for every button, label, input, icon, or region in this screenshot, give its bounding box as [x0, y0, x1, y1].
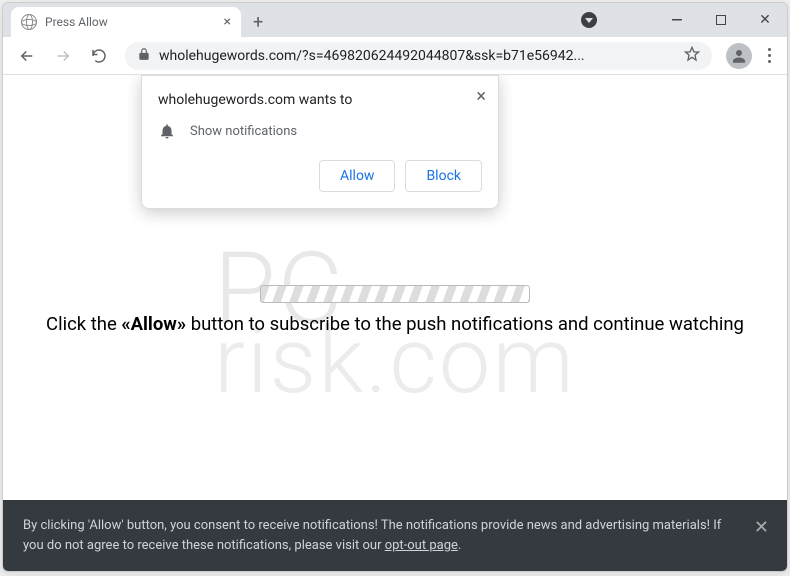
opt-out-link[interactable]: opt-out page [385, 538, 458, 553]
tab-title: Press Allow [45, 15, 108, 29]
permission-text: Show notifications [190, 124, 297, 139]
reload-button[interactable] [83, 40, 115, 72]
profile-avatar[interactable] [726, 43, 752, 69]
maximize-button[interactable] [699, 3, 743, 37]
close-banner-icon[interactable]: ✕ [754, 514, 769, 541]
close-window-button[interactable]: ✕ [743, 3, 787, 37]
close-tab-icon[interactable]: × [224, 14, 231, 30]
browser-window: Press Allow × + – ✕ wholehugewords.com/?… [2, 2, 788, 572]
new-tab-button[interactable]: + [253, 12, 263, 37]
menu-button[interactable] [760, 48, 779, 63]
close-icon[interactable]: × [476, 86, 486, 107]
window-controls: – ✕ [655, 3, 787, 37]
identity-icon[interactable] [581, 12, 597, 28]
allow-button[interactable]: Allow [319, 160, 395, 192]
forward-button[interactable] [47, 40, 79, 72]
progress-bar [260, 285, 530, 303]
bookmark-icon[interactable] [684, 46, 700, 66]
address-bar[interactable]: wholehugewords.com/?s=469820624492044807… [125, 42, 712, 70]
consent-text: By clicking 'Allow' button, you consent … [23, 518, 721, 553]
instruction-text: Click the «Allow» button to subscribe to… [3, 313, 787, 335]
globe-icon [21, 14, 37, 30]
toolbar: wholehugewords.com/?s=469820624492044807… [3, 37, 787, 75]
browser-tab[interactable]: Press Allow × [11, 7, 241, 37]
permission-actions: Allow Block [158, 160, 482, 192]
lock-icon [137, 47, 151, 65]
url-text: wholehugewords.com/?s=469820624492044807… [159, 48, 676, 64]
permission-popup: × wholehugewords.com wants to Show notif… [141, 75, 499, 209]
minimize-button[interactable]: – [655, 3, 699, 37]
back-button[interactable] [11, 40, 43, 72]
permission-body: Show notifications [158, 122, 482, 140]
permission-header: wholehugewords.com wants to [158, 92, 482, 108]
block-button[interactable]: Block [405, 160, 482, 192]
page-content: PC risk.com Click the «Allow» button to … [3, 75, 787, 571]
consent-banner: ✕ By clicking 'Allow' button, you consen… [3, 500, 787, 571]
bell-icon [158, 122, 176, 140]
titlebar: Press Allow × + – ✕ [3, 3, 787, 37]
